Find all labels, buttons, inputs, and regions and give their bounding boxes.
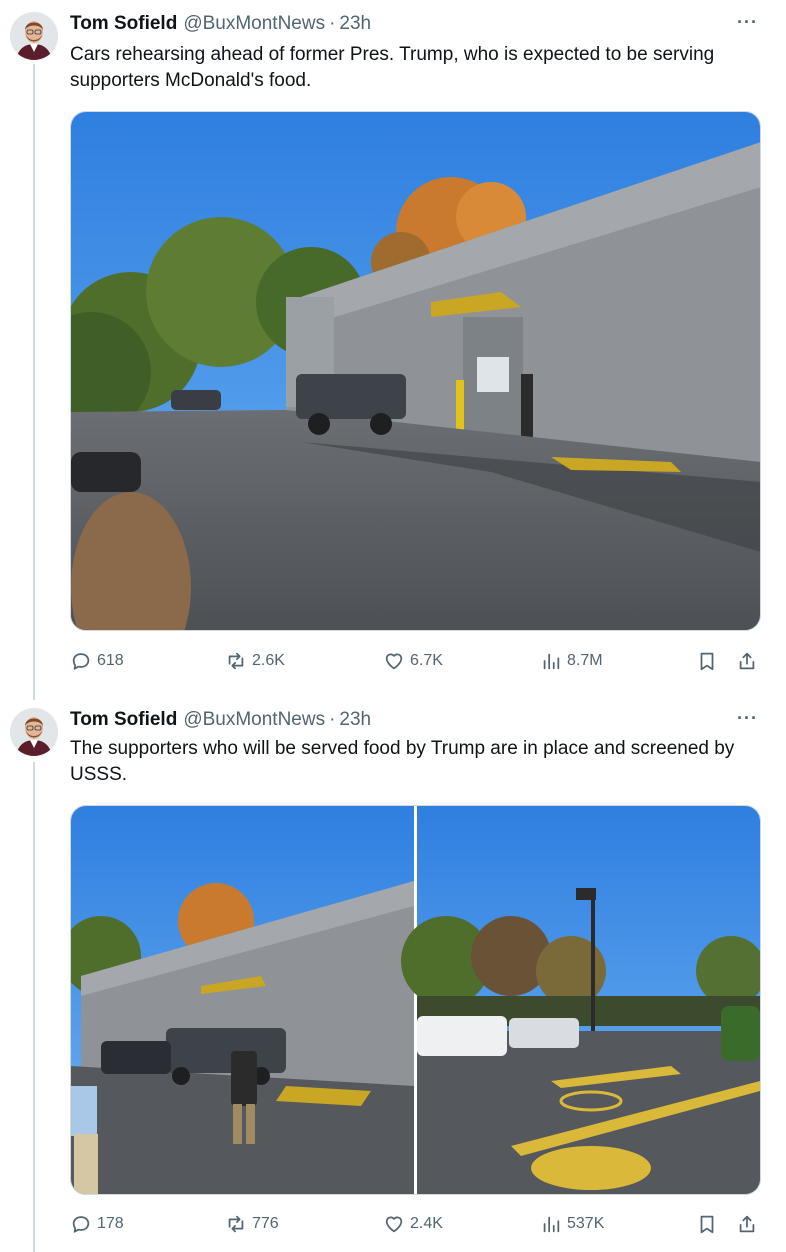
reply-button[interactable]: 178 bbox=[70, 1212, 124, 1236]
action-bar: 178 776 2.4K 537K bbox=[70, 1212, 761, 1236]
share-icon bbox=[739, 1215, 755, 1233]
like-count: 2.4K bbox=[410, 1215, 443, 1232]
repost-count: 2.6K bbox=[252, 652, 285, 669]
repost-icon bbox=[228, 652, 244, 670]
share-icon bbox=[739, 652, 755, 670]
like-button[interactable]: 6.7K bbox=[383, 649, 443, 673]
tweet-header: Tom Sofield @BuxMontNews · 23h bbox=[70, 708, 371, 732]
author-handle[interactable]: @BuxMontNews bbox=[183, 709, 325, 731]
heart-icon bbox=[385, 1216, 403, 1233]
tweet-text: Cars rehearsing ahead of former Pres. Tr… bbox=[70, 44, 715, 91]
reply-icon bbox=[72, 653, 90, 670]
photo-parking-lot-crowd[interactable] bbox=[401, 806, 760, 1194]
tweet-photo-grid bbox=[70, 805, 761, 1195]
share-button[interactable] bbox=[736, 1212, 763, 1236]
more-icon[interactable]: ··· bbox=[737, 12, 758, 33]
photo-building-security[interactable] bbox=[71, 806, 414, 1194]
views-count: 8.7M bbox=[567, 652, 603, 669]
avatar[interactable] bbox=[10, 708, 58, 756]
repost-count: 776 bbox=[252, 1215, 279, 1232]
tweet[interactable]: Tom Sofield @BuxMontNews · 23h ··· Cars … bbox=[0, 12, 786, 682]
repost-icon bbox=[228, 1215, 244, 1233]
bookmark-button[interactable] bbox=[696, 1212, 723, 1236]
like-count: 6.7K bbox=[410, 652, 443, 669]
reply-count: 618 bbox=[97, 652, 124, 669]
reply-icon bbox=[72, 1216, 90, 1233]
tweet-header: Tom Sofield @BuxMontNews · 23h bbox=[70, 12, 371, 36]
author-name[interactable]: Tom Sofield bbox=[70, 709, 177, 731]
photo-grid bbox=[71, 806, 760, 1194]
like-button[interactable]: 2.4K bbox=[383, 1212, 443, 1236]
avatar[interactable] bbox=[10, 12, 58, 60]
tweet[interactable]: Tom Sofield @BuxMontNews · 23h ··· The s… bbox=[0, 708, 786, 1248]
views-button[interactable]: 537K bbox=[540, 1212, 604, 1236]
views-button[interactable]: 8.7M bbox=[540, 649, 603, 673]
separator-dot: · bbox=[329, 709, 336, 730]
author-handle[interactable]: @BuxMontNews bbox=[183, 13, 325, 35]
photo-drive-thru bbox=[71, 112, 760, 630]
repost-button[interactable]: 776 bbox=[225, 1212, 279, 1236]
repost-button[interactable]: 2.6K bbox=[225, 649, 285, 673]
heart-icon bbox=[385, 653, 403, 670]
views-icon bbox=[543, 1216, 560, 1233]
action-bar: 618 2.6K 6.7K 8.7M bbox=[70, 649, 761, 673]
share-button[interactable] bbox=[736, 649, 763, 673]
tweet-photo[interactable] bbox=[70, 111, 761, 631]
author-name[interactable]: Tom Sofield bbox=[70, 13, 177, 35]
separator-dot: · bbox=[329, 13, 336, 34]
timestamp[interactable]: 23h bbox=[339, 709, 371, 731]
tweet-text: The supporters who will be served food b… bbox=[70, 738, 735, 785]
reply-count: 178 bbox=[97, 1215, 124, 1232]
views-icon bbox=[543, 653, 560, 670]
views-count: 537K bbox=[567, 1215, 605, 1232]
timestamp[interactable]: 23h bbox=[339, 13, 371, 35]
reply-button[interactable]: 618 bbox=[70, 649, 124, 673]
bookmark-icon bbox=[700, 1215, 714, 1234]
bookmark-icon bbox=[700, 652, 714, 671]
more-icon[interactable]: ··· bbox=[737, 708, 758, 729]
bookmark-button[interactable] bbox=[696, 649, 723, 673]
